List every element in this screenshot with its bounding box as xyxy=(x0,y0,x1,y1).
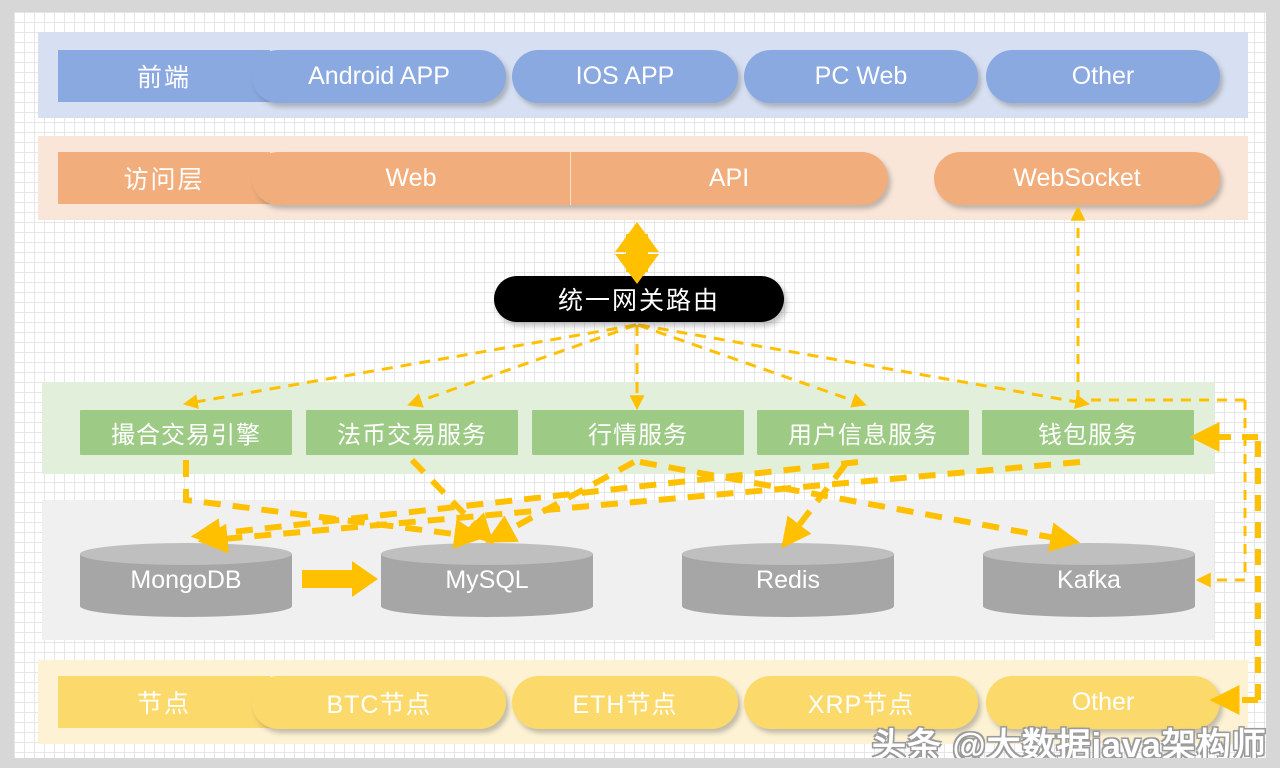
service-box-matching-engine[interactable]: 撮合交易引擎 xyxy=(80,410,292,455)
gateway-pill[interactable]: 统一网关路由 xyxy=(494,276,784,322)
watermark-text: 头条 @大数据java架构师 xyxy=(872,727,1267,765)
service-box-user-info[interactable]: 用户信息服务 xyxy=(757,410,969,455)
database-label: Kafka xyxy=(1057,565,1121,594)
frontend-item-ios[interactable]: IOS APP xyxy=(512,50,738,103)
service-box-market-data[interactable]: 行情服务 xyxy=(532,410,744,455)
node-item-btc[interactable]: BTC节点 xyxy=(252,676,506,729)
watermark: 头条 @大数据java架构师 xyxy=(872,718,1267,767)
access-item-websocket[interactable]: WebSocket xyxy=(934,152,1220,205)
access-layer-label-pill: 访问层 xyxy=(58,152,270,204)
service-box-fiat-trading[interactable]: 法币交易服务 xyxy=(306,410,518,455)
access-item-api[interactable]: API xyxy=(570,152,888,205)
node-item-label: BTC节点 xyxy=(326,690,432,719)
service-label: 钱包服务 xyxy=(1038,422,1138,449)
database-label: MySQL xyxy=(445,565,529,594)
database-label: Redis xyxy=(756,565,820,594)
node-item-label: Other xyxy=(1071,688,1135,716)
database-mysql[interactable]: MySQL xyxy=(381,543,593,617)
frontend-item-label: Android APP xyxy=(308,62,450,90)
frontend-layer-label: 前端 xyxy=(136,64,191,92)
service-label: 撮合交易引擎 xyxy=(111,422,261,449)
access-item-label: Web xyxy=(385,164,437,192)
service-label: 用户信息服务 xyxy=(788,422,938,449)
service-box-wallet[interactable]: 钱包服务 xyxy=(982,410,1194,455)
access-layer-label: 访问层 xyxy=(123,166,205,194)
node-layer-label-pill: 节点 xyxy=(58,676,270,728)
database-kafka[interactable]: Kafka xyxy=(983,543,1195,617)
node-layer-label: 节点 xyxy=(136,690,191,718)
frontend-item-label: PC Web xyxy=(814,62,908,90)
frontend-item-other[interactable]: Other xyxy=(986,50,1220,103)
architecture-diagram-canvas: 前端 Android APP IOS APP PC Web Other 访问层 … xyxy=(0,0,1280,768)
access-item-label: WebSocket xyxy=(1013,164,1141,192)
frontend-item-label: Other xyxy=(1071,62,1135,90)
frontend-item-android[interactable]: Android APP xyxy=(252,50,506,103)
frontend-layer-label-pill: 前端 xyxy=(58,50,270,102)
service-label: 行情服务 xyxy=(588,422,688,449)
frontend-item-pcweb[interactable]: PC Web xyxy=(744,50,978,103)
database-redis[interactable]: Redis xyxy=(682,543,894,617)
access-item-label: API xyxy=(708,164,750,192)
database-mongodb[interactable]: MongoDB xyxy=(80,543,292,617)
node-item-label: XRP节点 xyxy=(807,690,915,719)
gateway-label: 统一网关路由 xyxy=(557,287,720,315)
database-label: MongoDB xyxy=(130,565,242,594)
access-item-web[interactable]: Web xyxy=(252,152,570,205)
node-item-eth[interactable]: ETH节点 xyxy=(512,676,738,729)
frontend-item-label: IOS APP xyxy=(575,62,675,90)
service-label: 法币交易服务 xyxy=(337,422,487,449)
node-item-label: ETH节点 xyxy=(572,690,678,719)
